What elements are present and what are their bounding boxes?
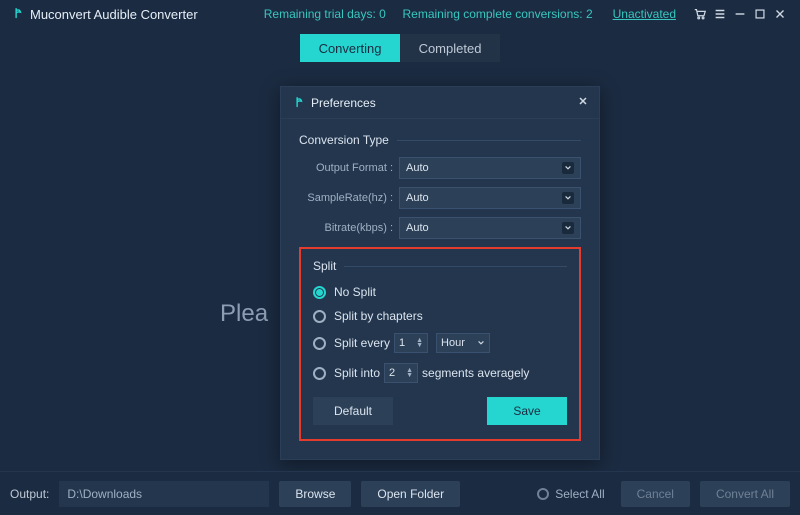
samplerate-select[interactable]: Auto [399,187,581,209]
stepper-arrows-icon: ▲▼ [416,338,423,348]
select-all-label: Select All [555,487,604,501]
radio-split-chapters-label: Split by chapters [334,309,423,323]
section-conversion-type: Conversion Type [299,133,581,147]
tab-completed[interactable]: Completed [400,34,500,62]
unactivated-link[interactable]: Unactivated [613,7,676,21]
trial-days-value: 0 [379,7,386,21]
radio-split-every[interactable] [313,337,326,350]
default-button[interactable]: Default [313,397,393,425]
dialog-close-icon[interactable] [577,95,589,110]
browse-button[interactable]: Browse [279,481,351,507]
output-path-field[interactable]: D:\Downloads [59,481,269,507]
dialog-header: Preferences [281,87,599,119]
trial-days-label: Remaining trial days: [264,7,376,21]
radio-split-into-suffix: segments averagely [422,366,529,380]
bitrate-label: Bitrate(kbps) : [299,222,399,234]
output-format-label: Output Format : [299,162,399,174]
tab-converting[interactable]: Converting [300,34,400,62]
chevron-down-icon [562,222,574,234]
radio-split-every-label: Split every [334,336,390,350]
split-every-stepper[interactable]: 1 ▲▼ [394,333,428,353]
samplerate-label: SampleRate(hz) : [299,192,399,204]
title-bar: Muconvert Audible Converter Remaining tr… [0,0,800,28]
split-into-value: 2 [389,367,395,379]
output-path-value: D:\Downloads [67,487,142,501]
trial-info: Remaining trial days: 0 Remaining comple… [264,7,593,21]
bitrate-select[interactable]: Auto [399,217,581,239]
radio-split-chapters[interactable] [313,310,326,323]
maximize-icon[interactable] [750,4,770,24]
dialog-logo-icon [291,96,305,110]
samplerate-value: Auto [406,192,429,204]
dialog-title: Preferences [311,96,577,110]
radio-no-split-label: No Split [334,285,376,299]
preferences-dialog: Preferences Conversion Type Output Forma… [280,86,600,460]
output-label: Output: [10,487,49,501]
app-title: Muconvert Audible Converter [30,7,198,22]
save-button[interactable]: Save [487,397,567,425]
chevron-down-icon [477,339,485,347]
cancel-button[interactable]: Cancel [621,481,690,507]
stepper-arrows-icon: ▲▼ [406,368,413,378]
radio-split-into-prefix: Split into [334,366,380,380]
main-tabs: Converting Completed [0,34,800,62]
bitrate-value: Auto [406,222,429,234]
select-all-toggle[interactable]: Select All [537,487,604,501]
close-icon[interactable] [770,4,790,24]
empty-state-text: Plea [220,300,268,328]
radio-unchecked-icon [537,488,549,500]
menu-icon[interactable] [710,4,730,24]
convert-all-button[interactable]: Convert All [700,481,790,507]
radio-no-split[interactable] [313,286,326,299]
app-logo-icon [10,7,24,21]
conversions-value: 2 [586,7,593,21]
split-every-unit-select[interactable]: Hour [436,333,490,353]
chevron-down-icon [562,192,574,204]
split-every-unit-value: Hour [441,337,465,349]
split-section-highlight: Split No Split Split by chapters Split e… [299,247,581,441]
section-split: Split [313,259,567,273]
split-into-stepper[interactable]: 2 ▲▼ [384,363,418,383]
radio-split-into[interactable] [313,367,326,380]
cart-icon[interactable] [690,4,710,24]
output-format-select[interactable]: Auto [399,157,581,179]
footer-bar: Output: D:\Downloads Browse Open Folder … [0,471,800,515]
minimize-icon[interactable] [730,4,750,24]
open-folder-button[interactable]: Open Folder [361,481,460,507]
split-every-value: 1 [399,337,405,349]
conversions-label: Remaining complete conversions: [403,7,583,21]
output-format-value: Auto [406,162,429,174]
chevron-down-icon [562,162,574,174]
